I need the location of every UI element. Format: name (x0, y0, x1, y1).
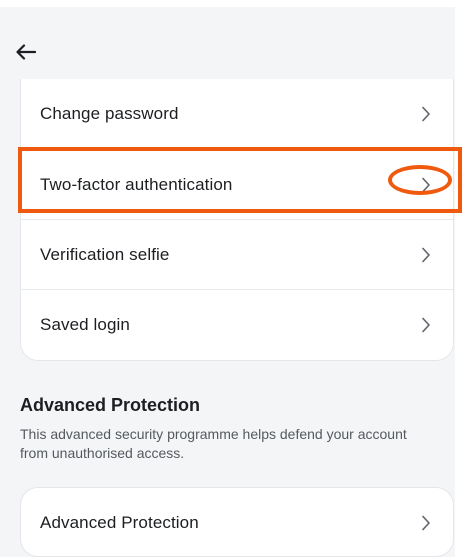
chevron-right-icon (419, 246, 433, 264)
back-button[interactable] (14, 40, 38, 64)
advanced-protection-description: This advanced security programme helps d… (20, 426, 407, 461)
advanced-protection-heading: Advanced Protection (20, 395, 201, 415)
chevron-right-icon (419, 105, 433, 123)
two-factor-authentication-label: Two-factor authentication (40, 174, 233, 194)
arrow-left-icon (16, 44, 36, 60)
verification-selfie-item[interactable]: Verification selfie (21, 219, 453, 289)
advanced-protection-card: Advanced Protection (20, 487, 454, 557)
change-password-item[interactable]: Change password (21, 79, 453, 149)
advanced-protection-item[interactable]: Advanced Protection (21, 488, 453, 558)
chevron-right-icon (419, 514, 433, 532)
saved-login-item[interactable]: Saved login (21, 289, 453, 359)
two-factor-authentication-item[interactable]: Two-factor authentication (21, 149, 453, 219)
chevron-right-icon (419, 176, 433, 194)
security-options-card: Change password Two-factor authenticatio… (20, 79, 454, 361)
verification-selfie-label: Verification selfie (40, 244, 170, 264)
advanced-protection-item-label: Advanced Protection (40, 513, 199, 532)
settings-panel: Change password Two-factor authenticatio… (0, 7, 455, 557)
change-password-label: Change password (40, 104, 179, 123)
saved-login-label: Saved login (40, 314, 130, 334)
chevron-right-icon (419, 316, 433, 334)
